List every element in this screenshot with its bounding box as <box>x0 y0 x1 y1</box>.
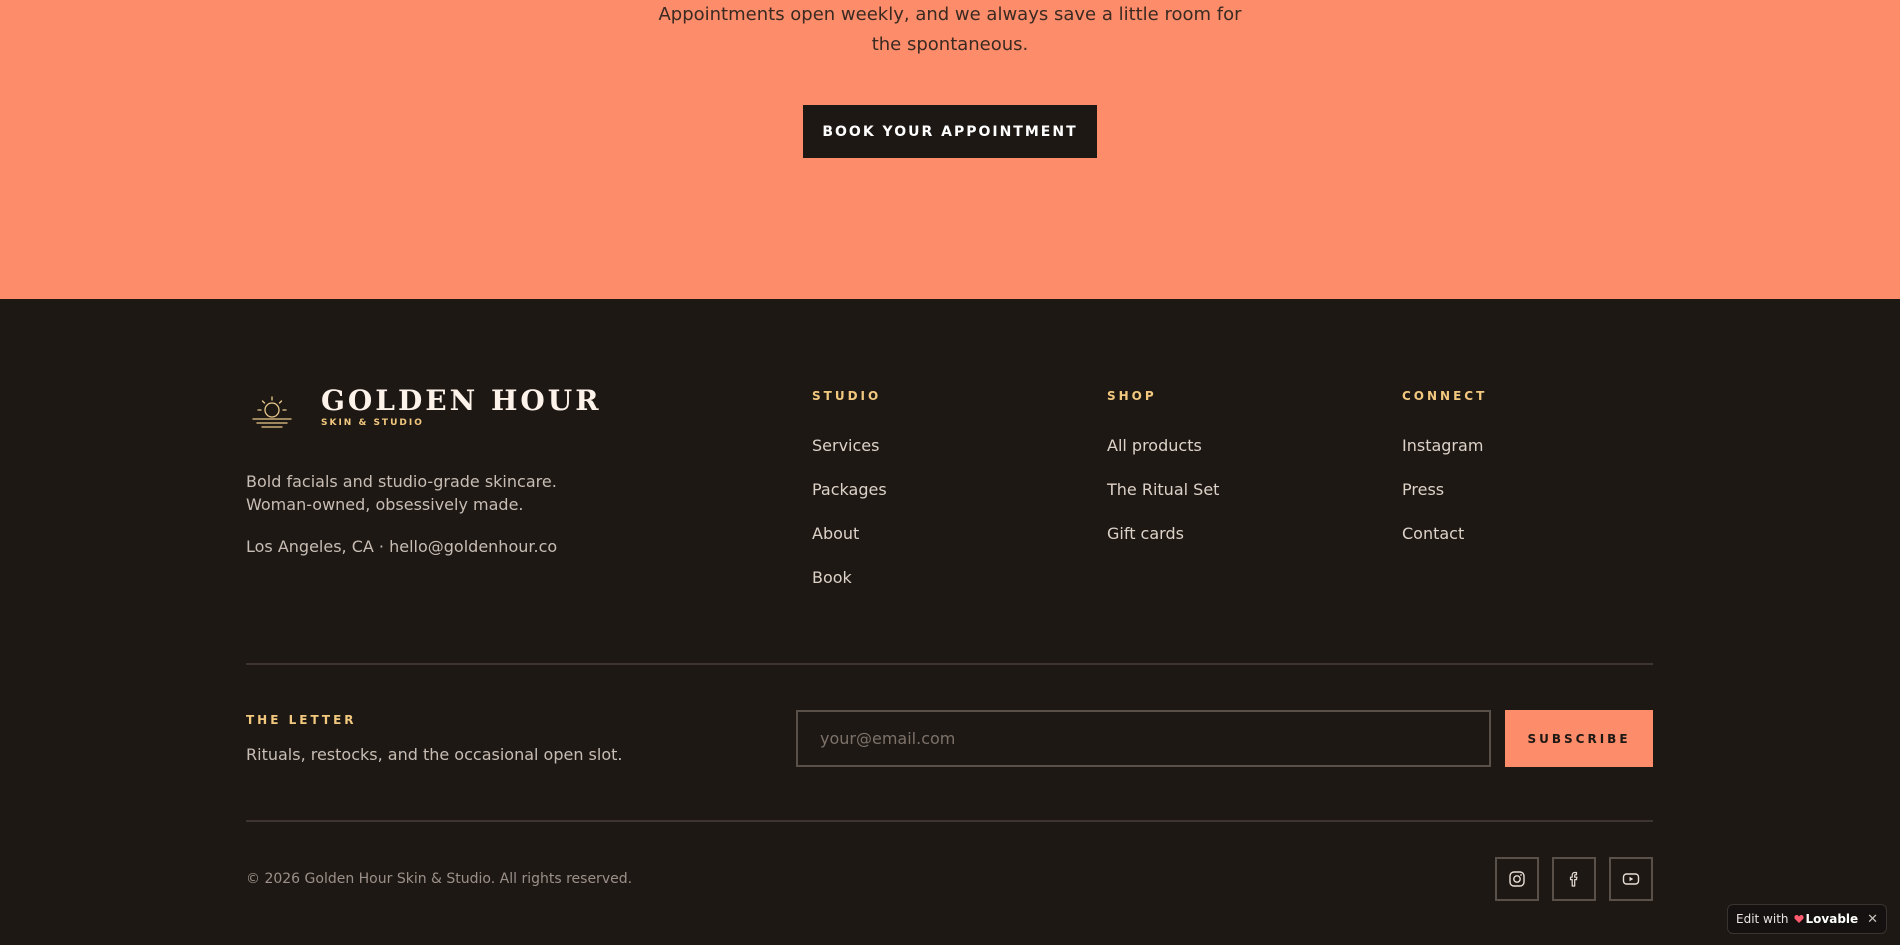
facebook-button[interactable] <box>1552 857 1596 901</box>
youtube-button[interactable] <box>1609 857 1653 901</box>
youtube-icon <box>1622 873 1640 885</box>
lovable-heart-icon <box>1793 914 1804 923</box>
brand-name: GOLDEN HOUR <box>321 384 602 417</box>
cta-section: Appointments open weekly, and we always … <box>0 0 1900 299</box>
badge-close-icon[interactable]: ✕ <box>1867 912 1878 927</box>
brand-contact: Los Angeles, CA · hello@goldenhour.co <box>246 537 558 556</box>
facebook-icon <box>1569 871 1578 887</box>
newsletter-heading: THE LETTER <box>246 713 357 727</box>
footer-link-ritual-set[interactable]: The Ritual Set <box>1107 479 1219 501</box>
footer-link-all-products[interactable]: All products <box>1107 435 1202 457</box>
footer-link-instagram[interactable]: Instagram <box>1402 435 1483 457</box>
instagram-icon <box>1509 871 1525 887</box>
footer-link-book[interactable]: Book <box>812 567 852 589</box>
connect-heading: CONNECT <box>1402 389 1488 403</box>
footer-link-press[interactable]: Press <box>1402 479 1444 501</box>
shop-heading: SHOP <box>1107 389 1157 403</box>
footer-divider-top <box>246 663 1653 665</box>
newsletter-description: Rituals, restocks, and the occasional op… <box>246 745 623 764</box>
footer-link-packages[interactable]: Packages <box>812 479 887 501</box>
badge-edit-with: Edit with <box>1736 912 1789 926</box>
footer-link-services[interactable]: Services <box>812 435 879 457</box>
brand-subtitle: SKIN & STUDIO <box>321 418 424 428</box>
subscribe-button[interactable]: SUBSCRIBE <box>1505 710 1653 767</box>
footer-link-about[interactable]: About <box>812 523 859 545</box>
studio-heading: STUDIO <box>812 389 882 403</box>
cta-text-line-1: Appointments open weekly, and we always … <box>658 4 1242 25</box>
footer-divider-bottom <box>246 820 1653 822</box>
cta-text: Appointments open weekly, and we always … <box>0 0 1900 60</box>
footer-link-gift-cards[interactable]: Gift cards <box>1107 523 1184 545</box>
newsletter-email-input[interactable] <box>796 710 1491 767</box>
lovable-badge[interactable]: Edit with Lovable ✕ <box>1727 904 1887 934</box>
sun-icon <box>252 396 292 428</box>
copyright-text: © 2026 Golden Hour Skin & Studio. All ri… <box>246 871 633 887</box>
instagram-button[interactable] <box>1495 857 1539 901</box>
book-appointment-button[interactable]: BOOK YOUR APPOINTMENT <box>803 105 1097 158</box>
cta-text-line-2: the spontaneous. <box>871 34 1029 55</box>
badge-brand: Lovable <box>1805 912 1859 926</box>
footer-link-contact[interactable]: Contact <box>1402 523 1464 545</box>
brand-description: Bold facials and studio-grade skincare. … <box>246 472 557 514</box>
